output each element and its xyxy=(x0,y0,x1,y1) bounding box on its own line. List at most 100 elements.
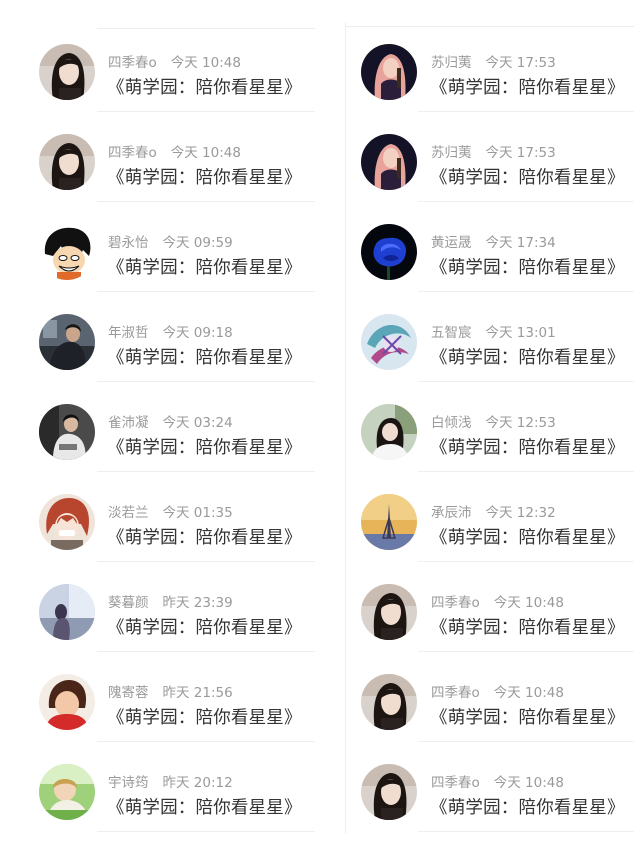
avatar[interactable] xyxy=(361,404,417,460)
avatar[interactable] xyxy=(361,134,417,190)
comment-text: 《萌学园：陪你看星星》 xyxy=(430,798,625,818)
user-name[interactable]: 淡若兰 xyxy=(108,505,149,521)
avatar[interactable] xyxy=(361,494,417,550)
comment-meta: 雀沛凝 今天 03:24 xyxy=(108,411,233,431)
list-item[interactable]: 雀沛凝 今天 03:24 《萌学园：陪你看星星》 xyxy=(23,382,323,472)
comment-time: 今天 10:48 xyxy=(170,55,241,71)
user-name[interactable]: 宇诗筠 xyxy=(108,775,149,791)
avatar[interactable] xyxy=(39,674,95,730)
avatar[interactable] xyxy=(361,674,417,730)
list-item[interactable]: 四季春o 今天 10:48 《萌学园：陪你看星星》 xyxy=(23,22,323,112)
user-name[interactable]: 四季春o xyxy=(108,55,157,71)
comment-meta: 四季春o 今天 10:48 xyxy=(431,591,564,611)
list-item[interactable]: 碧永怡 今天 09:59 《萌学园：陪你看星星》 xyxy=(23,202,323,292)
list-item[interactable]: 四季春o 今天 10:48 《萌学园：陪你看星星》 xyxy=(346,742,634,832)
comment-time: 今天 13:01 xyxy=(485,325,556,341)
comment-meta: 四季春o 今天 10:48 xyxy=(108,141,241,161)
comment-meta: 承辰沛 今天 12:32 xyxy=(431,501,556,521)
avatar[interactable] xyxy=(361,584,417,640)
list-item[interactable]: 五智宸 今天 13:01 《萌学园：陪你看星星》 xyxy=(346,292,634,382)
comment-meta: 葵暮颜 昨天 23:39 xyxy=(108,591,233,611)
list-item[interactable]: 黄运晟 今天 17:34 《萌学园：陪你看星星》 xyxy=(346,202,634,292)
comment-time: 昨天 21:56 xyxy=(162,685,233,701)
comment-meta: 四季春o 今天 10:48 xyxy=(431,681,564,701)
comment-text: 《萌学园：陪你看星星》 xyxy=(107,168,302,188)
comment-meta: 苏归荑 今天 17:53 xyxy=(431,51,556,71)
avatar[interactable] xyxy=(361,314,417,370)
comment-text: 《萌学园：陪你看星星》 xyxy=(430,168,625,188)
list-item[interactable]: 年淑哲 今天 09:18 《萌学园：陪你看星星》 xyxy=(23,292,323,382)
comment-text: 《萌学园：陪你看星星》 xyxy=(430,528,625,548)
comment-time: 今天 10:48 xyxy=(493,685,564,701)
avatar[interactable] xyxy=(39,224,95,280)
list-item[interactable]: 淡若兰 今天 01:35 《萌学园：陪你看星星》 xyxy=(23,472,323,562)
comment-text: 《萌学园：陪你看星星》 xyxy=(430,618,625,638)
comment-text: 《萌学园：陪你看星星》 xyxy=(107,618,302,638)
comment-meta: 四季春o 今天 10:48 xyxy=(108,51,241,71)
user-name[interactable]: 四季春o xyxy=(431,775,480,791)
list-item[interactable]: 苏归荑 今天 17:53 《萌学园：陪你看星星》 xyxy=(346,22,634,112)
user-name[interactable]: 四季春o xyxy=(431,685,480,701)
comment-text: 《萌学园：陪你看星星》 xyxy=(430,78,625,98)
user-name[interactable]: 葵暮颜 xyxy=(108,595,149,611)
avatar[interactable] xyxy=(39,44,95,100)
comment-text: 《萌学园：陪你看星星》 xyxy=(107,528,302,548)
avatar[interactable] xyxy=(39,494,95,550)
comment-time: 今天 10:48 xyxy=(493,595,564,611)
comment-text: 《萌学园：陪你看星星》 xyxy=(430,708,625,728)
user-name[interactable]: 承辰沛 xyxy=(431,505,472,521)
avatar[interactable] xyxy=(39,134,95,190)
user-name[interactable]: 白倾浅 xyxy=(431,415,472,431)
list-item[interactable]: 四季春o 今天 10:48 《萌学园：陪你看星星》 xyxy=(346,562,634,652)
user-name[interactable]: 五智宸 xyxy=(431,325,472,341)
list-item[interactable]: 苏归荑 今天 17:53 《萌学园：陪你看星星》 xyxy=(346,112,634,202)
comment-meta: 白倾浅 今天 12:53 xyxy=(431,411,556,431)
list-item[interactable]: 承辰沛 今天 12:32 《萌学园：陪你看星星》 xyxy=(346,472,634,562)
comment-meta: 隗寄蓉 昨天 21:56 xyxy=(108,681,233,701)
user-name[interactable]: 隗寄蓉 xyxy=(108,685,149,701)
comment-meta: 年淑哲 今天 09:18 xyxy=(108,321,233,341)
comment-time: 今天 09:59 xyxy=(162,235,233,251)
comment-meta: 碧永怡 今天 09:59 xyxy=(108,231,233,251)
avatar[interactable] xyxy=(39,584,95,640)
comment-time: 今天 01:35 xyxy=(162,505,233,521)
list-item[interactable]: 白倾浅 今天 12:53 《萌学园：陪你看星星》 xyxy=(346,382,634,472)
comment-text: 《萌学园：陪你看星星》 xyxy=(107,708,302,728)
comment-text: 《萌学园：陪你看星星》 xyxy=(430,438,625,458)
avatar[interactable] xyxy=(361,764,417,820)
avatar[interactable] xyxy=(39,404,95,460)
comment-meta: 苏归荑 今天 17:53 xyxy=(431,141,556,161)
user-name[interactable]: 碧永怡 xyxy=(108,235,149,251)
list-item[interactable]: 四季春o 今天 10:48 《萌学园：陪你看星星》 xyxy=(346,652,634,742)
user-name[interactable]: 雀沛凝 xyxy=(108,415,149,431)
comment-time: 今天 09:18 xyxy=(162,325,233,341)
avatar[interactable] xyxy=(39,314,95,370)
avatar[interactable] xyxy=(361,44,417,100)
comment-time: 今天 17:53 xyxy=(485,145,556,161)
list-item[interactable]: 宇诗筠 昨天 20:12 《萌学园：陪你看星星》 xyxy=(23,742,323,832)
user-name[interactable]: 四季春o xyxy=(431,595,480,611)
user-name[interactable]: 苏归荑 xyxy=(431,145,472,161)
comment-time: 今天 17:34 xyxy=(485,235,556,251)
comment-meta: 宇诗筠 昨天 20:12 xyxy=(108,771,233,791)
comment-time: 今天 12:53 xyxy=(485,415,556,431)
comment-time: 昨天 20:12 xyxy=(162,775,233,791)
user-name[interactable]: 黄运晟 xyxy=(431,235,472,251)
comment-text: 《萌学园：陪你看星星》 xyxy=(107,798,302,818)
list-item[interactable]: 隗寄蓉 昨天 21:56 《萌学园：陪你看星星》 xyxy=(23,652,323,742)
avatar[interactable] xyxy=(361,224,417,280)
comment-text: 《萌学园：陪你看星星》 xyxy=(430,258,625,278)
comment-text: 《萌学园：陪你看星星》 xyxy=(430,348,625,368)
user-name[interactable]: 年淑哲 xyxy=(108,325,149,341)
comment-meta: 黄运晟 今天 17:34 xyxy=(431,231,556,251)
user-name[interactable]: 四季春o xyxy=(108,145,157,161)
list-item[interactable]: 四季春o 今天 10:48 《萌学园：陪你看星星》 xyxy=(23,112,323,202)
comment-list-left: 四季春o 今天 10:48 《萌学园：陪你看星星》 四季春o 今天 10:48 《萌… xyxy=(23,22,323,834)
list-item[interactable]: 葵暮颜 昨天 23:39 《萌学园：陪你看星星》 xyxy=(23,562,323,652)
avatar[interactable] xyxy=(39,764,95,820)
comment-time: 今天 03:24 xyxy=(162,415,233,431)
comment-time: 今天 10:48 xyxy=(493,775,564,791)
user-name[interactable]: 苏归荑 xyxy=(431,55,472,71)
comment-meta: 四季春o 今天 10:48 xyxy=(431,771,564,791)
comment-meta: 五智宸 今天 13:01 xyxy=(431,321,556,341)
